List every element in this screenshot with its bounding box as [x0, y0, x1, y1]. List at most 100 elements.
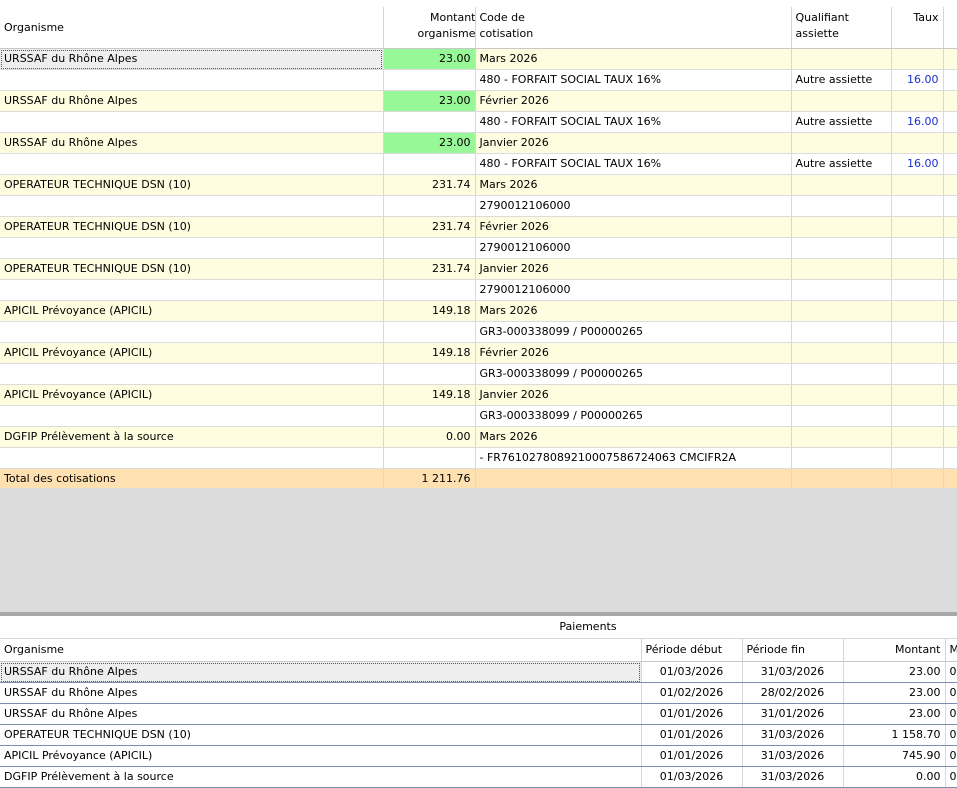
cell-code-cotisation[interactable]: Janvier 2026 — [475, 258, 792, 280]
cell-extra[interactable] — [943, 111, 957, 133]
cell-organisme[interactable] — [0, 153, 384, 175]
col-header-organisme[interactable]: Organisme — [0, 7, 384, 49]
pay-cell-organisme[interactable]: DGFIP Prélèvement à la source — [0, 766, 642, 788]
cell-montant-organisme[interactable] — [383, 447, 476, 469]
cell-code-cotisation[interactable]: 2790012106000 — [475, 237, 792, 259]
cotisation-row[interactable]: URSSAF du Rhône Alpes 23.00 Mars 2026 — [0, 48, 957, 70]
cell-code-cotisation[interactable]: GR3-000338099 / P00000265 — [475, 363, 792, 385]
cell-extra[interactable] — [943, 363, 957, 385]
cotisation-detail-row[interactable]: GR3-000338099 / P00000265 — [0, 321, 957, 343]
pay-cell-extra[interactable]: 05 — [945, 766, 957, 788]
cell-organisme[interactable] — [0, 447, 384, 469]
cell-organisme[interactable]: Total des cotisations — [0, 468, 384, 490]
cell-organisme[interactable] — [0, 279, 384, 301]
cell-montant-organisme[interactable] — [383, 363, 476, 385]
paiement-row[interactable]: URSSAF du Rhône Alpes 01/01/2026 31/01/202… — [0, 703, 957, 725]
cell-code-cotisation[interactable]: GR3-000338099 / P00000265 — [475, 321, 792, 343]
cell-montant-organisme[interactable]: 231.74 — [383, 258, 476, 280]
cell-organisme[interactable]: URSSAF du Rhône Alpes — [0, 48, 384, 70]
cell-taux[interactable] — [891, 132, 944, 154]
cell-montant-organisme[interactable] — [383, 195, 476, 217]
cell-taux[interactable] — [891, 279, 944, 301]
pay-cell-montant[interactable]: 1 158.70 — [843, 724, 946, 746]
cell-organisme[interactable] — [0, 69, 384, 91]
cotisation-row[interactable]: APICIL Prévoyance (APICIL) 149.18 Février … — [0, 342, 957, 364]
cell-qualifiant-assiette[interactable] — [791, 195, 892, 217]
cell-taux[interactable] — [891, 216, 944, 238]
cell-montant-organisme[interactable] — [383, 153, 476, 175]
pay-cell-montant[interactable]: 23.00 — [843, 682, 946, 704]
cell-code-cotisation[interactable]: GR3-000338099 / P00000265 — [475, 405, 792, 427]
pay-cell-periode-debut[interactable]: 01/03/2026 — [641, 766, 743, 788]
pay-cell-periode-debut[interactable]: 01/03/2026 — [641, 661, 743, 683]
cell-taux[interactable] — [891, 237, 944, 259]
cell-taux[interactable] — [891, 174, 944, 196]
cell-taux[interactable]: 16.00 — [891, 111, 944, 133]
cell-extra[interactable] — [943, 426, 957, 448]
cell-extra[interactable] — [943, 174, 957, 196]
cell-taux[interactable] — [891, 447, 944, 469]
cell-organisme[interactable] — [0, 195, 384, 217]
cell-extra[interactable] — [943, 48, 957, 70]
cell-montant-organisme[interactable]: 231.74 — [383, 216, 476, 238]
pay-cell-periode-fin[interactable]: 31/03/2026 — [742, 745, 844, 767]
cotisation-detail-row[interactable]: 2790012106000 — [0, 279, 957, 301]
cotisation-row[interactable]: URSSAF du Rhône Alpes 23.00 Février 2026 — [0, 90, 957, 112]
cell-montant-organisme[interactable]: 23.00 — [383, 48, 476, 70]
cell-taux[interactable] — [891, 321, 944, 343]
paiement-row[interactable]: URSSAF du Rhône Alpes 01/03/2026 31/03/202… — [0, 661, 957, 683]
cell-organisme[interactable]: DGFIP Prélèvement à la source — [0, 426, 384, 448]
cell-montant-organisme[interactable] — [383, 321, 476, 343]
cell-code-cotisation[interactable]: 2790012106000 — [475, 195, 792, 217]
cell-qualifiant-assiette[interactable] — [791, 468, 892, 490]
col-header-taux[interactable]: Taux — [891, 7, 944, 49]
cell-taux[interactable] — [891, 342, 944, 364]
cell-extra[interactable] — [943, 216, 957, 238]
cell-montant-organisme[interactable]: 231.74 — [383, 174, 476, 196]
pay-cell-extra[interactable]: 05 — [945, 661, 957, 683]
pay-cell-periode-fin[interactable]: 28/02/2026 — [742, 682, 844, 704]
cell-extra[interactable] — [943, 447, 957, 469]
cell-code-cotisation[interactable]: Février 2026 — [475, 216, 792, 238]
total-row[interactable]: Total des cotisations 1 211.76 — [0, 468, 957, 490]
pay-col-header-periode-debut[interactable]: Période début — [641, 638, 743, 662]
cell-montant-organisme[interactable]: 149.18 — [383, 342, 476, 364]
cell-qualifiant-assiette[interactable] — [791, 216, 892, 238]
pay-cell-periode-debut[interactable]: 01/02/2026 — [641, 682, 743, 704]
cell-taux[interactable] — [891, 195, 944, 217]
cell-organisme[interactable]: APICIL Prévoyance (APICIL) — [0, 384, 384, 406]
cell-extra[interactable] — [943, 237, 957, 259]
cell-extra[interactable] — [943, 321, 957, 343]
cell-organisme[interactable] — [0, 237, 384, 259]
cell-organisme[interactable] — [0, 111, 384, 133]
cell-organisme[interactable]: APICIL Prévoyance (APICIL) — [0, 300, 384, 322]
cell-extra[interactable] — [943, 300, 957, 322]
cell-taux[interactable] — [891, 48, 944, 70]
panel-splitter[interactable] — [0, 612, 957, 616]
cell-qualifiant-assiette[interactable]: Autre assiette — [791, 153, 892, 175]
cell-montant-organisme[interactable] — [383, 111, 476, 133]
cotisation-row[interactable]: URSSAF du Rhône Alpes 23.00 Janvier 2026 — [0, 132, 957, 154]
cell-extra[interactable] — [943, 279, 957, 301]
pay-cell-periode-fin[interactable]: 31/03/2026 — [742, 661, 844, 683]
cell-code-cotisation[interactable]: Mars 2026 — [475, 426, 792, 448]
cotisation-detail-row[interactable]: 2790012106000 — [0, 195, 957, 217]
cell-extra[interactable] — [943, 384, 957, 406]
cell-extra[interactable] — [943, 468, 957, 490]
cell-taux[interactable] — [891, 363, 944, 385]
cell-montant-organisme[interactable] — [383, 69, 476, 91]
cell-extra[interactable] — [943, 405, 957, 427]
pay-cell-organisme[interactable]: OPERATEUR TECHNIQUE DSN (10) — [0, 724, 642, 746]
cell-organisme[interactable]: URSSAF du Rhône Alpes — [0, 132, 384, 154]
cell-qualifiant-assiette[interactable] — [791, 258, 892, 280]
paiement-row[interactable]: DGFIP Prélèvement à la source 01/03/2026 3… — [0, 766, 957, 788]
cell-montant-organisme[interactable]: 149.18 — [383, 300, 476, 322]
cell-code-cotisation[interactable]: Janvier 2026 — [475, 132, 792, 154]
cell-qualifiant-assiette[interactable] — [791, 321, 892, 343]
cell-organisme[interactable]: OPERATEUR TECHNIQUE DSN (10) — [0, 216, 384, 238]
cotisation-row[interactable]: OPERATEUR TECHNIQUE DSN (10) 231.74 Janvie… — [0, 258, 957, 280]
pay-cell-periode-debut[interactable]: 01/01/2026 — [641, 703, 743, 725]
pay-cell-extra[interactable]: 05 — [945, 703, 957, 725]
cell-organisme[interactable] — [0, 405, 384, 427]
cell-organisme[interactable] — [0, 363, 384, 385]
